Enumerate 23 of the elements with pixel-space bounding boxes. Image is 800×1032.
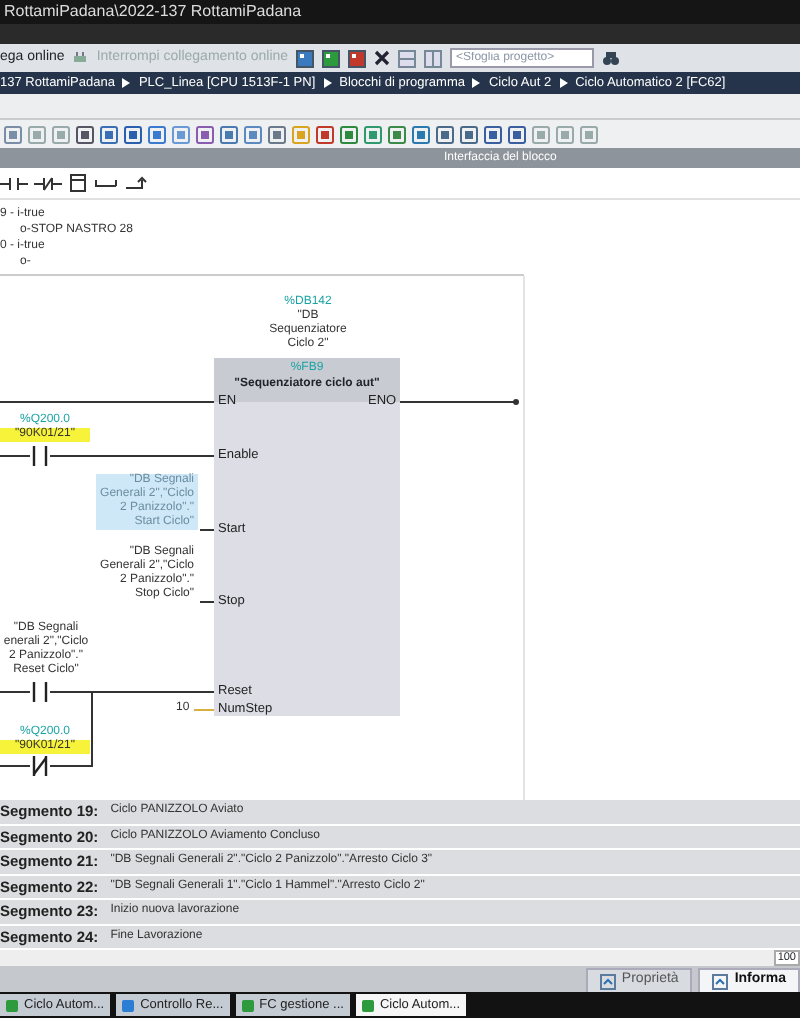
grid-icon[interactable] <box>348 49 367 67</box>
binoculars-icon[interactable] <box>602 50 621 66</box>
close-icon[interactable] <box>374 50 391 66</box>
contact-icon[interactable] <box>34 175 62 191</box>
separator-icon <box>472 78 481 88</box>
plug-icon[interactable] <box>72 50 89 66</box>
grid-icon[interactable] <box>296 49 315 67</box>
window-title: RottamiPadana\2022-137 RottamiPadana <box>0 0 800 24</box>
branch-icon[interactable] <box>124 175 148 191</box>
grid-icon[interactable] <box>322 49 341 67</box>
separator-icon <box>559 78 568 88</box>
connection-dot <box>513 399 519 405</box>
wire <box>193 709 215 711</box>
separator-icon <box>323 78 332 88</box>
separator-icon <box>122 78 131 88</box>
contact-icon[interactable] <box>0 175 28 191</box>
tab-icon <box>712 973 729 989</box>
wire <box>199 601 215 603</box>
branch-icon[interactable] <box>94 175 118 191</box>
box-icon[interactable] <box>68 174 88 192</box>
tab-icon <box>599 973 616 989</box>
wire <box>199 529 215 531</box>
wire <box>399 401 517 403</box>
